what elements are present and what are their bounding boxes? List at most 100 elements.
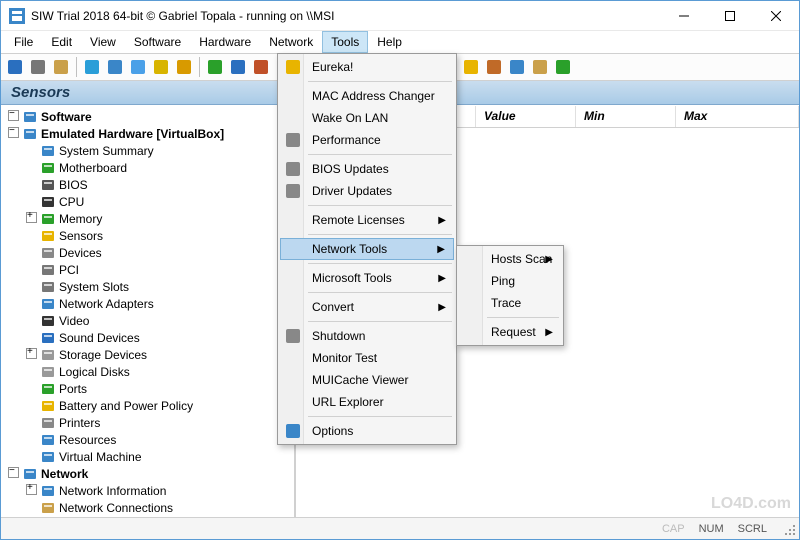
tree-label: Logical Disks — [59, 365, 130, 379]
menu-item-performance[interactable]: Performance — [280, 129, 454, 151]
watermark: LO4D.com — [711, 495, 791, 513]
minimize-button[interactable] — [661, 1, 707, 31]
menu-item-label: BIOS Updates — [312, 162, 389, 176]
tree-item-sound-devices[interactable]: Sound Devices — [3, 329, 294, 346]
tree-item-network-connections[interactable]: Network Connections — [3, 499, 294, 516]
menu-item-network-tools[interactable]: Network Tools▶ — [280, 238, 454, 260]
menu-view[interactable]: View — [81, 31, 125, 53]
tree-item-logical-disks[interactable]: Logical Disks — [3, 363, 294, 380]
computer-vm-icon — [22, 126, 38, 142]
tools-menu-dropdown[interactable]: Eureka! MAC Address ChangerWake On LANPer… — [277, 53, 457, 445]
menu-item-url-explorer[interactable]: URL Explorer — [280, 391, 454, 413]
menu-item-driver-updates[interactable]: Driver Updates — [280, 180, 454, 202]
tree-item-virtual-machine[interactable]: Virtual Machine — [3, 448, 294, 465]
column-value[interactable]: Value — [476, 106, 576, 127]
menu-item-request[interactable]: Request▶ — [459, 321, 561, 343]
tree-toggle[interactable] — [7, 467, 19, 481]
menu-item-bios-updates[interactable]: BIOS Updates — [280, 158, 454, 180]
memory-icon — [40, 211, 56, 227]
column-max[interactable]: Max — [676, 106, 799, 127]
tree-label: Emulated Hardware [VirtualBox] — [41, 127, 224, 141]
tree-item-storage-devices[interactable]: Storage Devices — [3, 346, 294, 363]
tree-item-motherboard[interactable]: Motherboard — [3, 159, 294, 176]
menu-hardware[interactable]: Hardware — [190, 31, 260, 53]
menu-item-options[interactable]: Options — [280, 420, 454, 442]
toolbar-refresh-button[interactable] — [205, 57, 225, 77]
menu-network[interactable]: Network — [260, 31, 322, 53]
toolbar-users-button[interactable] — [128, 57, 148, 77]
tree-item-printers[interactable]: Printers — [3, 414, 294, 431]
tree-item-ports[interactable]: Ports — [3, 380, 294, 397]
toolbar-app-button[interactable] — [82, 57, 102, 77]
toolbar-clipboard-button[interactable] — [51, 57, 71, 77]
menu-software[interactable]: Software — [125, 31, 190, 53]
tree-toggle[interactable] — [25, 212, 37, 226]
tree-item-system-summary[interactable]: System Summary — [3, 142, 294, 159]
menu-item-hosts-scan[interactable]: Hosts Scan▶ — [459, 248, 561, 270]
tree-toggle[interactable] — [25, 484, 37, 498]
chip-icon — [40, 177, 56, 193]
menu-item-convert[interactable]: Convert▶ — [280, 296, 454, 318]
titlebar: SIW Trial 2018 64-bit © Gabriel Topala -… — [1, 1, 799, 31]
toolbar-chat-button[interactable] — [507, 57, 527, 77]
toolbar-book-button[interactable] — [251, 57, 271, 77]
tree-panel[interactable]: Software Emulated Hardware [VirtualBox] Sy… — [1, 106, 296, 517]
status-scrl: SCRL — [734, 523, 771, 535]
close-button[interactable] — [753, 1, 799, 31]
menu-item-monitor-test[interactable]: Monitor Test — [280, 347, 454, 369]
drv-upd-icon — [285, 183, 301, 199]
tree-item-emulated-hardware-virtualbox-[interactable]: Emulated Hardware [VirtualBox] — [3, 125, 294, 142]
tree-item-memory[interactable]: Memory — [3, 210, 294, 227]
menu-file[interactable]: File — [5, 31, 42, 53]
toolbar-keyhole-button[interactable] — [174, 57, 194, 77]
toolbar-home-button[interactable] — [484, 57, 504, 77]
toolbar-mail-button[interactable] — [530, 57, 550, 77]
menu-help[interactable]: Help — [368, 31, 411, 53]
menu-item-trace[interactable]: Trace — [459, 292, 561, 314]
tree-item-pci[interactable]: PCI — [3, 261, 294, 278]
tree-item-network-information[interactable]: Network Information — [3, 482, 294, 499]
menu-item-shutdown[interactable]: Shutdown — [280, 325, 454, 347]
tree-toggle[interactable] — [7, 127, 19, 141]
menu-item-label: Hosts Scan — [491, 252, 552, 266]
toolbar-key-button[interactable] — [151, 57, 171, 77]
tree-item-system-slots[interactable]: System Slots — [3, 278, 294, 295]
tree-label: Network Information — [59, 484, 166, 498]
toolbar-star-button[interactable] — [461, 57, 481, 77]
tree-item-resources[interactable]: Resources — [3, 431, 294, 448]
tree-item-sensors[interactable]: Sensors — [3, 227, 294, 244]
tree-item-network-adapters[interactable]: Network Adapters — [3, 295, 294, 312]
tree-item-video[interactable]: Video — [3, 312, 294, 329]
bios-upd-icon — [285, 161, 301, 177]
toolbar-save-button[interactable] — [5, 57, 25, 77]
maximize-button[interactable] — [707, 1, 753, 31]
tree-label: System Summary — [59, 144, 154, 158]
tree-item-network[interactable]: Network — [3, 465, 294, 482]
menu-item-wake-on-lan[interactable]: Wake On LAN — [280, 107, 454, 129]
column-min[interactable]: Min — [576, 106, 676, 127]
menu-item-label: Request — [491, 325, 536, 339]
tree-toggle[interactable] — [7, 110, 19, 124]
network-tools-submenu[interactable]: Hosts Scan▶PingTrace Request▶ — [456, 245, 564, 346]
menu-item-microsoft-tools[interactable]: Microsoft Tools▶ — [280, 267, 454, 289]
menu-item-eureka-[interactable]: Eureka! — [280, 56, 454, 78]
menu-item-remote-licenses[interactable]: Remote Licenses▶ — [280, 209, 454, 231]
tree-item-devices[interactable]: Devices — [3, 244, 294, 261]
menu-edit[interactable]: Edit — [42, 31, 81, 53]
menu-item-muicache-viewer[interactable]: MUICache Viewer — [280, 369, 454, 391]
tree-item-software[interactable]: Software — [3, 108, 294, 125]
menu-item-ping[interactable]: Ping — [459, 270, 561, 292]
tree-item-bios[interactable]: BIOS — [3, 176, 294, 193]
menu-tools[interactable]: Tools — [322, 31, 368, 53]
tree-label: Video — [59, 314, 89, 328]
tree-item-battery-and-power-policy[interactable]: Battery and Power Policy — [3, 397, 294, 414]
resize-grip[interactable] — [783, 523, 797, 537]
toolbar-world-button[interactable] — [228, 57, 248, 77]
toolbar-gear-button[interactable] — [105, 57, 125, 77]
tree-label: Software — [41, 110, 92, 124]
tree-toggle[interactable] — [25, 348, 37, 362]
menu-item-mac-address-changer[interactable]: MAC Address Changer — [280, 85, 454, 107]
toolbar-print-button[interactable] — [28, 57, 48, 77]
tree-item-cpu[interactable]: CPU — [3, 193, 294, 210]
toolbar-dollar-button[interactable] — [553, 57, 573, 77]
